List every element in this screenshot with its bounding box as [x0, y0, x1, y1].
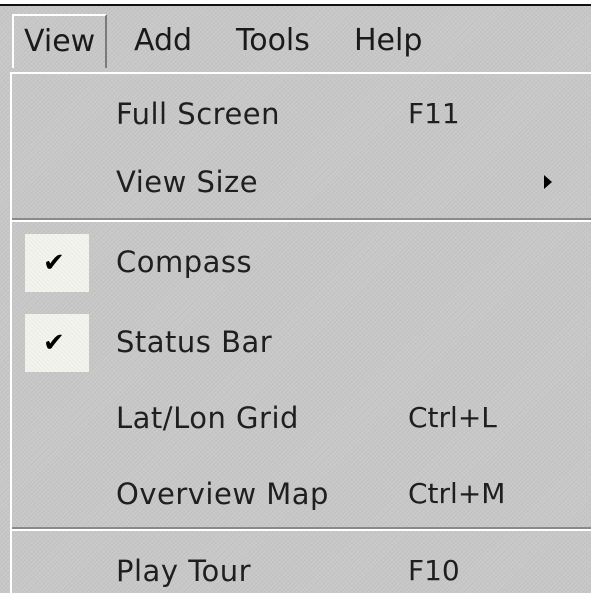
menu-item-label: Lat/Lon Grid: [116, 401, 299, 435]
menu-tools[interactable]: Tools: [226, 14, 320, 68]
submenu-arrow-icon: [544, 175, 552, 189]
menu-screenshot: View Add Tools Help Full Screen F11 View…: [0, 0, 591, 593]
menubar: View Add Tools Help: [0, 6, 591, 72]
view-menu-dropdown: Full Screen F11 View Size ✔ Compass ✔ St…: [10, 72, 591, 593]
checkbox-status-bar[interactable]: ✔: [25, 314, 89, 372]
menu-item-shortcut: Ctrl+M: [408, 477, 506, 510]
menu-add[interactable]: Add: [124, 14, 202, 68]
menu-item-shortcut: Ctrl+L: [408, 401, 497, 434]
menu-item-compass[interactable]: ✔ Compass: [12, 222, 591, 302]
menu-item-shortcut: F10: [408, 554, 460, 587]
menu-item-status-bar[interactable]: ✔ Status Bar: [12, 302, 591, 382]
menu-item-lat-lon-grid[interactable]: Lat/Lon Grid Ctrl+L: [12, 378, 591, 458]
menu-item-label: Overview Map: [116, 477, 329, 511]
menu-item-label: Status Bar: [116, 325, 273, 359]
check-icon: ✔: [43, 248, 65, 278]
menu-item-label: View Size: [116, 165, 259, 199]
check-icon: ✔: [43, 328, 65, 358]
menu-item-view-size[interactable]: View Size: [12, 142, 591, 222]
menu-item-play-tour[interactable]: Play Tour F10: [12, 531, 591, 611]
menu-help[interactable]: Help: [344, 14, 432, 68]
menu-view[interactable]: View: [12, 14, 108, 68]
checkbox-compass[interactable]: ✔: [25, 234, 89, 292]
menu-item-overview-map[interactable]: Overview Map Ctrl+M: [12, 454, 591, 534]
menu-item-label: Play Tour: [116, 554, 252, 588]
menu-item-label: Compass: [116, 245, 253, 279]
